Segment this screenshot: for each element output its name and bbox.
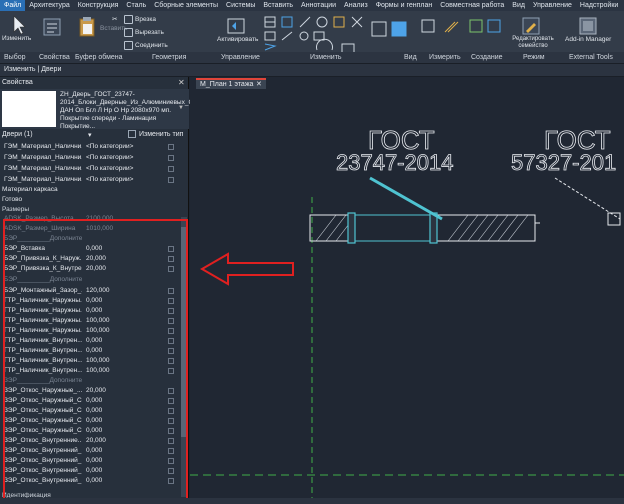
menu-bar: Файл Архитектура Конструкция Сталь Сборн… [0,0,624,11]
menu-file[interactable]: Файл [0,0,26,11]
activate-icon[interactable] [225,16,247,36]
type-thumbnail [2,91,56,127]
group-clipboard: Буфер обмена [75,54,123,61]
gost-label-1-number: 23747-2014 [336,150,453,175]
property-row[interactable]: ГЭМ_Материал_Налични... <По категории> [0,142,180,152]
modify-button[interactable]: Изменить [2,35,31,42]
group-measure: Измерить [429,54,461,61]
paste-icon[interactable] [78,16,96,38]
properties-icon[interactable] [42,17,62,37]
filter-dropdown-icon[interactable]: ▾ [88,131,92,139]
vyrezat-button[interactable]: Вырезать [124,28,164,37]
group-geometry: Геометрия [152,54,187,61]
property-row[interactable]: ГЭМ_Материал_Налични... <По категории> [0,164,180,174]
menu-massing[interactable]: Формы и генплан [372,0,437,11]
type-name: ZH_Дверь_ГОСТ_23747-2014_Блоки_Дверные_И… [60,91,238,130]
options-bar-text: Изменить | Двери [4,66,62,73]
group-mode: Режим [523,54,545,61]
group-control: Управление [221,54,260,61]
row-button[interactable] [168,144,174,150]
menu-annotate[interactable]: Аннотации [297,0,340,11]
menu-precast[interactable]: Сборные элементы [150,0,222,11]
addin-manager-button[interactable]: Add-in Manager [565,36,611,43]
property-row[interactable]: ГЭМ_Материал_Налични... <По категории> [0,175,180,185]
property-row[interactable]: ГЭМ_Материал_Налични... <По категории> [0,153,180,163]
close-icon[interactable]: ✕ [178,78,185,87]
modify-cursor-icon[interactable] [8,14,30,36]
gost-label-2-number: 57327-201 [511,150,616,175]
edit-family-button[interactable]: Редактировать семейство [509,36,557,50]
ribbon-group-labels: Выбор Свойства Буфер обмена Геометрия Уп… [0,52,624,64]
door-opening[interactable] [349,214,435,242]
group-view: Вид [404,54,417,61]
highlight-frame [3,219,188,500]
options-bar: Изменить | Двери [0,64,624,77]
join-icon [124,41,133,50]
menu-structure[interactable]: Конструкция [74,0,123,11]
activate-button[interactable]: Активировать [217,36,258,43]
group-properties: Свойства [39,54,70,61]
menu-insert[interactable]: Вставить [259,0,297,11]
edit-family-icon[interactable] [520,15,542,37]
menu-systems[interactable]: Системы [222,0,259,11]
group-modify: Изменить [310,54,342,61]
door-frame-right [429,212,438,244]
menu-steel[interactable]: Сталь [122,0,150,11]
menu-addins[interactable]: Надстройки [576,0,622,11]
edit-type-button[interactable]: Изменить тип [139,131,183,138]
menu-analyze[interactable]: Анализ [340,0,372,11]
door-leaf[interactable] [369,176,443,221]
door-frame-left [347,212,356,244]
filter-label[interactable]: Двери (1) [2,131,33,138]
group-select[interactable]: Выбор [4,54,26,61]
edit-type-icon[interactable] [128,130,136,138]
view-measure-create-icons[interactable] [420,16,505,46]
menu-collaborate[interactable]: Совместная работа [436,0,508,11]
properties-title: Свойства [2,79,33,86]
cut-scissors-icon[interactable]: ✂ [112,15,117,23]
cut-geometry-icon [124,28,133,37]
soedinit-button[interactable]: Соединить [124,41,168,50]
type-selector[interactable]: ZH_Дверь_ГОСТ_23747-2014_Блоки_Дверные_И… [0,89,238,130]
cope-icon [124,15,133,24]
menu-manage[interactable]: Управление [529,0,576,11]
chevron-down-icon[interactable]: ▼ [178,105,184,111]
status-bar [0,498,624,504]
addin-manager-icon[interactable] [577,15,599,37]
vrezka-button[interactable]: Врезка [124,15,156,24]
property-row[interactable]: Материал каркаса [0,185,180,195]
property-row[interactable]: Готово [0,195,180,205]
instance-filter[interactable]: Двери (1) ▾ Изменить тип [0,129,189,140]
group-external-tools: External Tools [569,54,613,61]
row-button[interactable] [168,177,174,183]
door-frame-second [607,212,621,226]
arrow-left-icon [200,252,294,286]
drawing-svg[interactable]: ГОСТ 23747-2014 ГОСТ 57327-201 [190,77,624,504]
menu-architecture[interactable]: Архитектура [25,0,74,11]
row-button[interactable] [168,155,174,161]
group-create: Создание [471,54,503,61]
menu-view[interactable]: Вид [508,0,529,11]
row-button[interactable] [168,166,174,172]
